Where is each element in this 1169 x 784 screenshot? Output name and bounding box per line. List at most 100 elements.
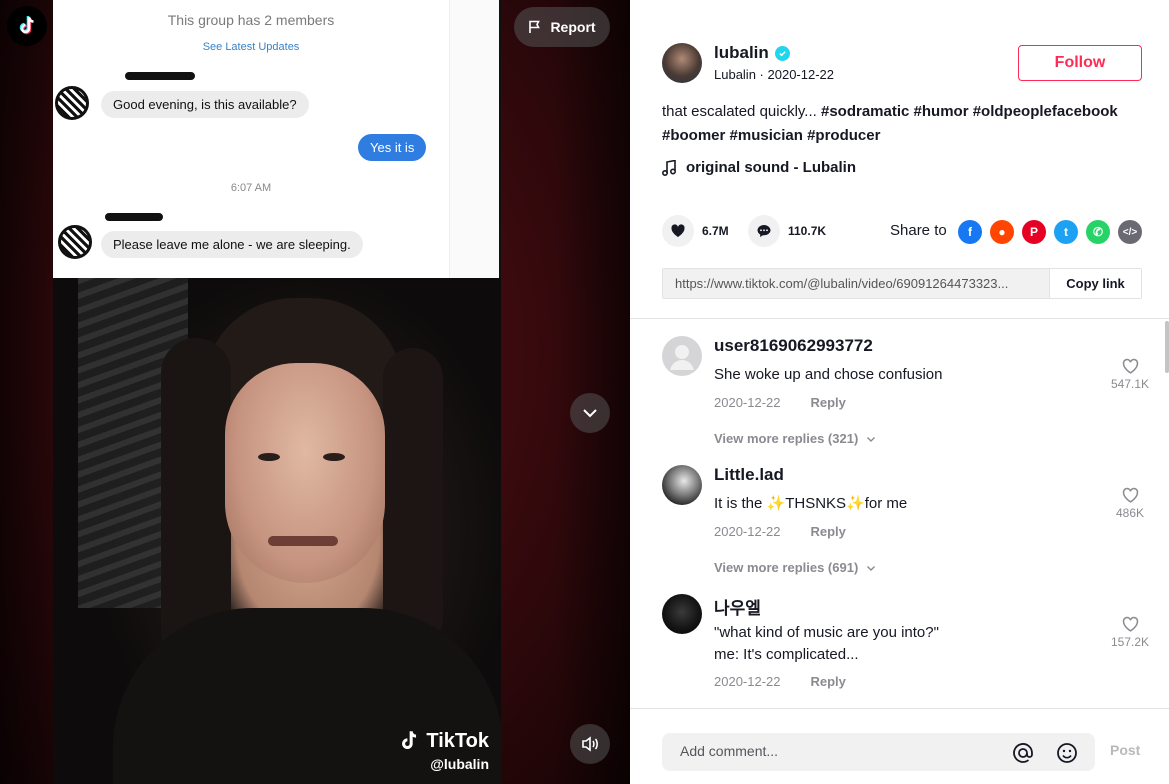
chevron-down-icon xyxy=(867,565,876,571)
view-more-replies[interactable]: View more replies (321) xyxy=(714,431,876,446)
comment-username[interactable]: Little.lad xyxy=(714,465,784,485)
chevron-down-icon xyxy=(583,409,597,418)
author-nickname: Lubalin xyxy=(714,67,756,82)
comment-avatar[interactable] xyxy=(662,594,702,634)
heart-outline-icon xyxy=(1122,616,1138,632)
post-button[interactable]: Post xyxy=(1110,742,1140,758)
share-label: Share to xyxy=(890,222,947,239)
comment-text: She woke up and chose confusion xyxy=(714,366,943,383)
view-more-replies[interactable]: View more replies (691) xyxy=(714,560,876,575)
chat-sidebar xyxy=(449,0,499,278)
view-more-replies-label: View more replies (691) xyxy=(714,560,859,575)
eye xyxy=(258,453,280,461)
video-details: lubalin Lubalin · 2020-12-22 Follow that… xyxy=(630,0,1169,784)
copy-link-button[interactable]: Copy link xyxy=(1049,269,1141,298)
hashtag[interactable]: #producer xyxy=(807,127,880,144)
comment-meta: 2020-12-22 Reply xyxy=(714,395,846,410)
face xyxy=(225,363,385,583)
comment-like[interactable]: 157.2K xyxy=(1108,616,1152,649)
next-video-button[interactable] xyxy=(570,393,610,433)
comment-date: 2020-12-22 xyxy=(714,674,781,689)
share-link-row: https://www.tiktok.com/@lubalin/video/69… xyxy=(662,268,1142,299)
reply-button[interactable]: Reply xyxy=(811,674,846,689)
comment-item: Little.lad It is the ✨THSNKS✨for me 2020… xyxy=(662,465,1152,595)
report-label: Report xyxy=(550,19,596,35)
video-frame: This group has 2 members See Latest Upda… xyxy=(53,0,501,784)
emoji-icon[interactable] xyxy=(1056,742,1078,764)
redacted-avatar xyxy=(55,86,89,120)
eye xyxy=(323,453,345,461)
chat-message: Good evening, is this available? xyxy=(101,91,309,118)
view-more-replies-label: View more replies (321) xyxy=(714,431,859,446)
comment-username[interactable]: 나우엘 xyxy=(714,594,761,619)
watermark-handle: @lubalin xyxy=(430,756,489,772)
author-username[interactable]: lubalin xyxy=(714,43,769,63)
pinterest-icon[interactable]: P xyxy=(1022,220,1046,244)
reply-button[interactable]: Reply xyxy=(811,395,846,410)
chat-reply: Yes it is xyxy=(358,134,427,161)
tiktok-logo-icon xyxy=(19,16,34,35)
comment-action[interactable]: 110.7K xyxy=(748,215,826,247)
comment-like[interactable]: 547.1K xyxy=(1108,358,1152,391)
hair xyxy=(383,348,443,648)
hashtag[interactable]: #humor xyxy=(914,103,969,120)
redacted-avatar xyxy=(58,225,92,259)
report-button[interactable]: Report xyxy=(514,7,610,47)
comment-username[interactable]: user8169062993772 xyxy=(714,336,873,356)
caption-text: that escalated quickly... xyxy=(662,103,821,120)
comment-text: "what kind of music are you into?" me: I… xyxy=(714,622,1044,666)
default-avatar-icon xyxy=(670,345,694,370)
tiktok-note-icon xyxy=(402,731,417,749)
twitter-icon[interactable]: t xyxy=(1054,220,1078,244)
hashtag[interactable]: #musician xyxy=(730,127,803,144)
like-action[interactable]: 6.7M xyxy=(662,215,729,247)
flag-icon xyxy=(529,20,541,33)
like-count: 6.7M xyxy=(702,224,729,238)
comment-button[interactable] xyxy=(748,215,780,247)
comment-like-count: 486K xyxy=(1115,506,1145,520)
hashtag[interactable]: #boomer xyxy=(662,127,725,144)
reddit-icon[interactable]: ● xyxy=(990,220,1014,244)
like-button[interactable] xyxy=(662,215,694,247)
comment-like-count: 547.1K xyxy=(1110,377,1150,391)
hashtag[interactable]: #oldpeoplefacebook xyxy=(973,103,1118,120)
chat-latest-link: See Latest Updates xyxy=(202,41,300,53)
comment-avatar[interactable] xyxy=(662,465,702,505)
heart-outline-icon xyxy=(1122,358,1138,374)
comment-bar: Add comment... Post xyxy=(630,708,1169,784)
embed-icon[interactable]: </> xyxy=(1118,220,1142,244)
share-link-field[interactable]: https://www.tiktok.com/@lubalin/video/69… xyxy=(663,269,1049,298)
tiktok-logo-button[interactable] xyxy=(7,6,47,46)
volume-button[interactable] xyxy=(570,724,610,764)
comments-scrollbar[interactable] xyxy=(1165,321,1169,373)
comment-like[interactable]: 486K xyxy=(1108,487,1152,520)
author-subline: Lubalin · 2020-12-22 xyxy=(714,67,834,82)
mention-icon[interactable] xyxy=(1012,742,1034,764)
video-caption: that escalated quickly... #sodramatic #h… xyxy=(662,100,1142,148)
comment-bubble-icon xyxy=(757,225,771,237)
hashtag[interactable]: #sodramatic xyxy=(821,103,909,120)
heart-icon xyxy=(671,224,685,237)
sound-link[interactable]: original sound - Lubalin xyxy=(662,159,856,176)
comment-avatar[interactable] xyxy=(662,336,702,376)
post-date: 2020-12-22 xyxy=(767,67,835,82)
reply-button[interactable]: Reply xyxy=(811,524,846,539)
facebook-icon[interactable]: f xyxy=(958,220,982,244)
watermark-brand: TikTok xyxy=(426,729,489,752)
video-person xyxy=(53,278,501,784)
comment-text-line: me: It's complicated... xyxy=(714,646,859,663)
chat-screenshot: This group has 2 members See Latest Upda… xyxy=(53,0,499,278)
redacted-name xyxy=(125,72,195,80)
comment-date: 2020-12-22 xyxy=(714,395,781,410)
comments-list[interactable]: user8169062993772 She woke up and chose … xyxy=(630,318,1169,708)
share-icons: f ● P t ✆ </> xyxy=(958,220,1142,244)
video-player[interactable]: This group has 2 members See Latest Upda… xyxy=(0,0,630,784)
chat-time: 6:07 AM xyxy=(230,182,272,194)
speaker-icon xyxy=(582,736,598,752)
comment-text: It is the ✨THSNKS✨for me xyxy=(714,495,908,512)
chat-group-text: This group has 2 members xyxy=(167,12,335,28)
comment-like-count: 157.2K xyxy=(1110,635,1150,649)
author-avatar[interactable] xyxy=(662,43,702,83)
follow-button[interactable]: Follow xyxy=(1018,45,1142,81)
whatsapp-icon[interactable]: ✆ xyxy=(1086,220,1110,244)
